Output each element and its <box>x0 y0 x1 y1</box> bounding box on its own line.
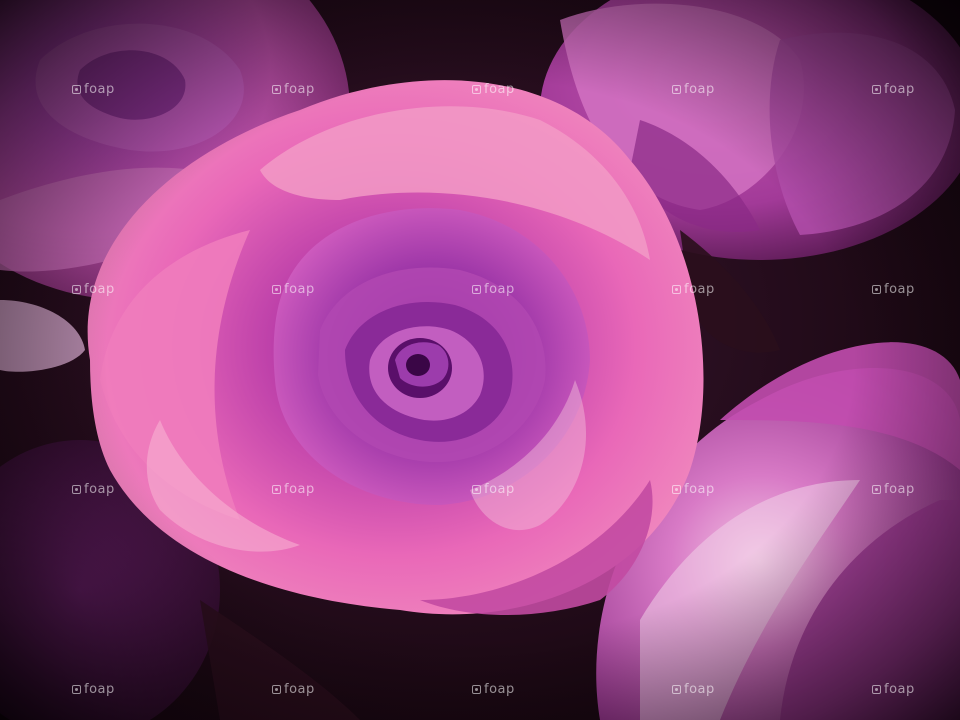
rose-photo: foap foap foap foap foap foap foap foap foap foap… <box>0 0 960 720</box>
rose-illustration <box>0 0 960 720</box>
